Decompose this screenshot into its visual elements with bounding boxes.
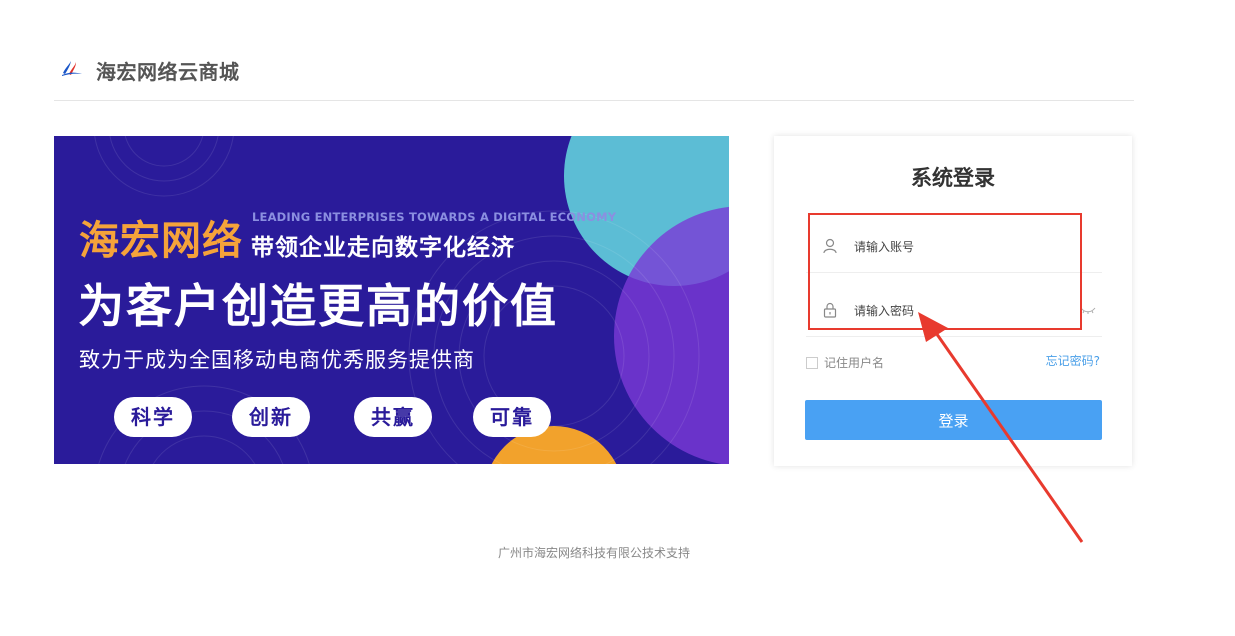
banner-headline: 为客户创造更高的价值 bbox=[78, 279, 558, 333]
banner-pill: 科学 bbox=[114, 397, 192, 437]
forgot-password-link[interactable]: 忘记密码? bbox=[1046, 352, 1100, 369]
banner-pill: 创新 bbox=[232, 397, 310, 437]
login-title: 系统登录 bbox=[911, 166, 995, 190]
header: 海宏网络云商城 bbox=[54, 52, 1134, 101]
banner-brand: 海宏网络 bbox=[79, 218, 243, 264]
banner-pill: 共赢 bbox=[354, 397, 432, 437]
logo-icon bbox=[62, 61, 82, 76]
login-button[interactable]: 登录 bbox=[805, 400, 1102, 440]
banner-tagline-cn: 带领企业走向数字化经济 bbox=[251, 235, 515, 261]
eye-closed-icon[interactable] bbox=[1080, 305, 1096, 315]
banner-pill: 可靠 bbox=[473, 397, 551, 437]
promo-banner: 海宏网络 LEADING ENTERPRISES TOWARDS A DIGIT… bbox=[54, 136, 729, 464]
footer-credit: 广州市海宏网络科技有限公技术支持 bbox=[497, 546, 690, 560]
banner-subline: 致力于成为全国移动电商优秀服务提供商 bbox=[79, 348, 475, 372]
remember-label: 记住用户名 bbox=[824, 356, 885, 370]
remember-username[interactable]: 记住用户名 bbox=[806, 354, 884, 371]
banner-tagline-en: LEADING ENTERPRISES TOWARDS A DIGITAL EC… bbox=[252, 210, 617, 224]
annotation-highlight-box bbox=[808, 213, 1082, 330]
remember-checkbox[interactable] bbox=[806, 357, 818, 369]
site-title: 海宏网络云商城 bbox=[96, 60, 240, 84]
